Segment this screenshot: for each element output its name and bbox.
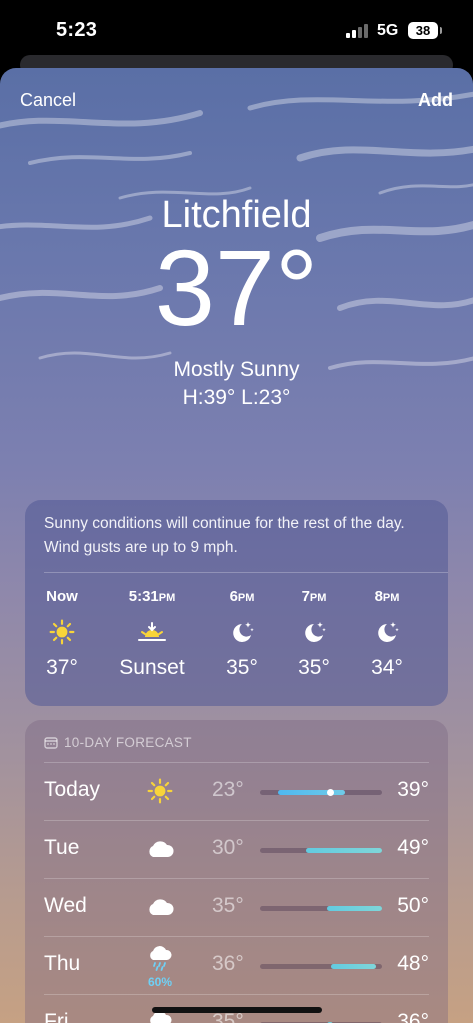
temp-range-bar — [260, 789, 382, 796]
temp-range-bar — [260, 906, 382, 911]
high-temp: 39° — [397, 778, 429, 801]
hour-value: 34° — [371, 656, 403, 679]
ten-day-forecast-card[interactable]: 10-DAY FORECAST Today 23° 39° Tue 30° 49… — [25, 720, 448, 1023]
add-button[interactable]: Add — [418, 90, 453, 111]
hourly-summary: Sunny conditions will continue for the r… — [44, 515, 405, 556]
forecast-header-label: 10-DAY FORECAST — [64, 735, 192, 750]
forecast-header: 10-DAY FORECAST — [44, 735, 192, 750]
battery-icon: 38 — [408, 22, 442, 39]
sun-icon — [147, 778, 173, 809]
high-temp: 49° — [397, 836, 429, 859]
divider — [44, 572, 448, 573]
cloud-icon — [145, 838, 175, 865]
hour-value: 35° — [226, 656, 258, 679]
hourly-item: 5:31PM Sunset — [117, 588, 187, 680]
hour-label: 8PM — [374, 588, 400, 605]
hourly-item: 8PM 34° — [352, 588, 422, 680]
temp-range-fill — [278, 790, 346, 795]
temp-range-fill — [327, 906, 382, 911]
network-type: 5G — [377, 22, 399, 39]
day-label: Wed — [44, 894, 87, 917]
weather-sheet: Cancel Add Litchfield 37° Mostly Sunny H… — [0, 68, 473, 1023]
moon-stars-icon — [207, 612, 277, 652]
forecast-icon-cell — [140, 889, 180, 929]
status-bar: 5:23 5G 38 — [0, 0, 473, 62]
hour-value: 37° — [46, 656, 78, 679]
home-indicator[interactable] — [152, 1007, 322, 1013]
low-temp: 30° — [212, 836, 244, 859]
day-label: Thu — [44, 952, 81, 975]
forecast-row[interactable]: Today 23° 39° — [44, 762, 429, 821]
moon-stars-icon — [279, 612, 349, 652]
forecast-icon-cell: 60% — [140, 945, 180, 989]
cancel-button[interactable]: Cancel — [20, 90, 76, 111]
current-condition: Mostly Sunny — [173, 358, 300, 381]
hourly-item: 6PM 35° — [207, 588, 277, 680]
temp-range-bar — [260, 848, 382, 853]
temp-range-bar — [260, 964, 382, 969]
temp-range-fill — [330, 964, 376, 969]
sun-icon — [27, 612, 97, 652]
precip-chance: 60% — [147, 974, 173, 989]
hour-label: 5:31PM — [128, 588, 176, 605]
moon-stars-icon — [352, 612, 422, 652]
hourly-item: 7PM 35° — [279, 588, 349, 680]
hour-label: 7PM — [301, 588, 327, 605]
hour-value: 35° — [298, 656, 330, 679]
temp-range-fill — [306, 848, 382, 853]
cellular-signal-icon — [346, 24, 370, 38]
day-label: Today — [44, 778, 101, 801]
hourly-item: Now 37° — [27, 588, 97, 680]
moon-stars-icon — [425, 612, 448, 652]
forecast-row[interactable]: Wed 35° 50° — [44, 878, 429, 937]
forecast-icon-cell — [140, 773, 180, 813]
forecast-icon-cell — [140, 831, 180, 871]
hour-value: Sunset — [119, 656, 185, 679]
day-label: Fri — [44, 1010, 69, 1023]
cloud-rain-icon — [146, 945, 174, 977]
calendar-icon — [44, 737, 58, 749]
hourly-item: 9PM — [425, 588, 449, 656]
current-temperature: 37° — [154, 227, 319, 348]
high-temp: 50° — [397, 894, 429, 917]
hour-label: 9PM — [425, 588, 449, 608]
low-temp: 36° — [212, 952, 244, 975]
cloud-icon — [145, 896, 175, 923]
low-temp: 35° — [212, 894, 244, 917]
high-low: H:39° L:23° — [182, 386, 291, 409]
forecast-row[interactable]: Thu 60% 36° 48° — [44, 936, 429, 995]
day-label: Tue — [44, 836, 80, 859]
high-temp: 48° — [397, 952, 429, 975]
sunset-icon — [117, 612, 187, 652]
forecast-row[interactable]: Tue 30° 49° — [44, 820, 429, 879]
high-temp: 36° — [397, 1010, 429, 1023]
hour-label: Now — [46, 588, 78, 605]
hourly-forecast-card[interactable]: Sunny conditions will continue for the r… — [25, 500, 448, 706]
low-temp: 23° — [212, 778, 244, 801]
hour-label: 6PM — [229, 588, 255, 605]
status-time: 5:23 — [56, 19, 98, 41]
